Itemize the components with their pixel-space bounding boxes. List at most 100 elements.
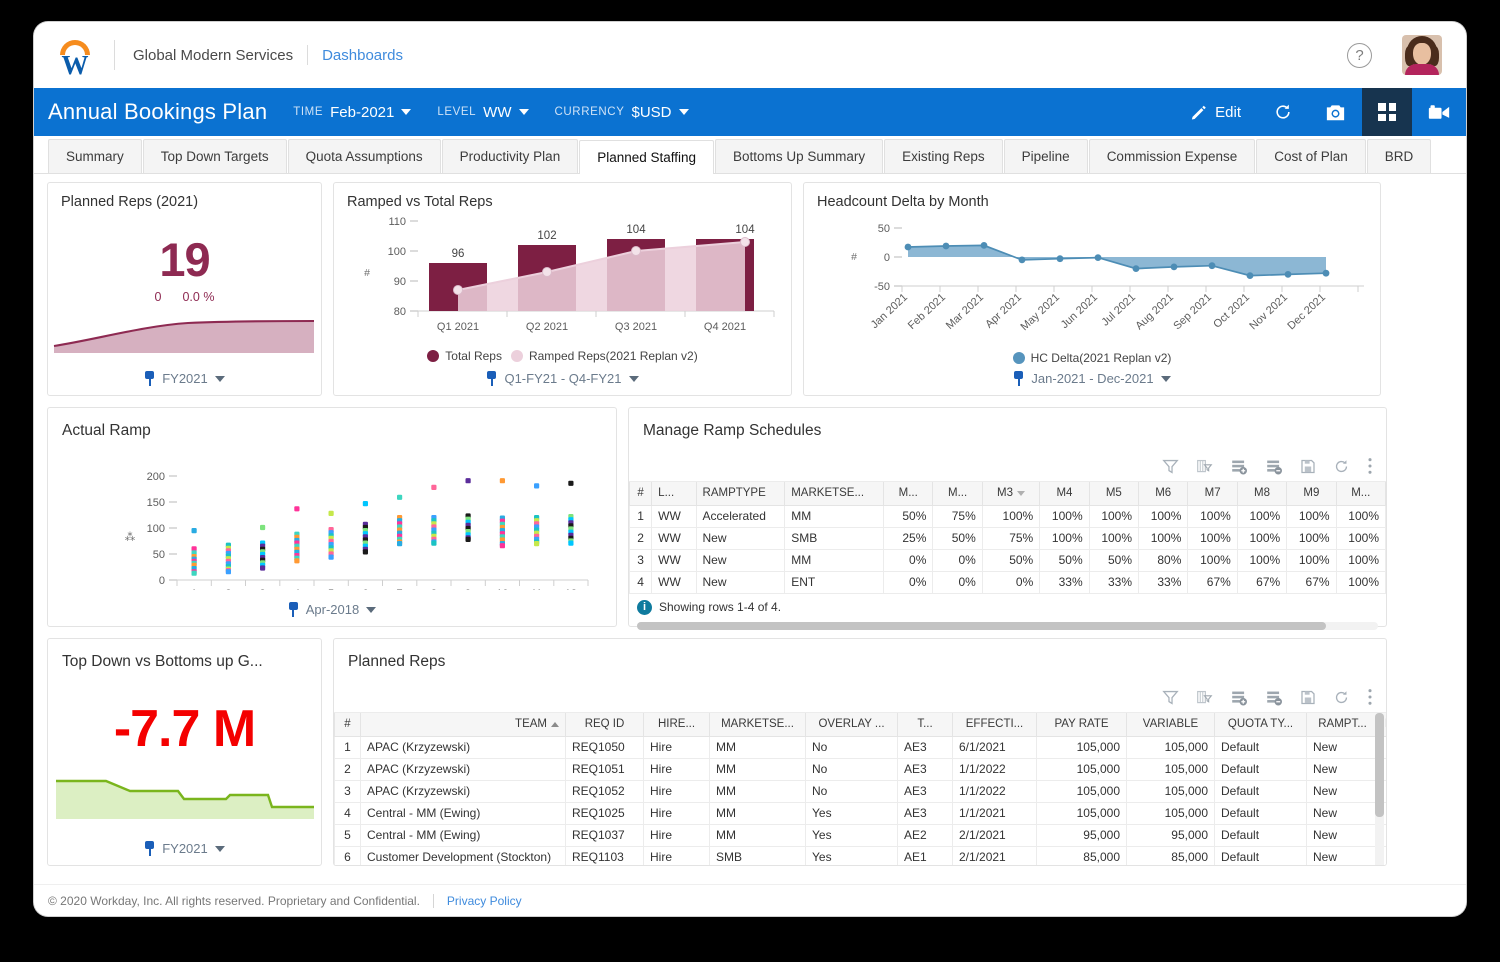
col-req-id[interactable]: REQ ID — [565, 713, 644, 737]
cell-quota-type[interactable]: Default — [1214, 757, 1307, 781]
cell-m2[interactable]: 50% — [932, 526, 983, 550]
tab-top-down-targets[interactable]: Top Down Targets — [142, 139, 287, 173]
cell-m8[interactable]: 100% — [1236, 504, 1288, 528]
cell-marketsegment[interactable]: ENT — [784, 570, 884, 594]
cell-title[interactable]: AE3 — [897, 779, 953, 803]
row-index[interactable]: 2 — [334, 757, 361, 781]
row-index[interactable]: 2 — [628, 526, 653, 550]
cell-variable[interactable]: 105,000 — [1126, 735, 1215, 759]
cell-market-segment[interactable]: SMB — [709, 845, 806, 865]
legend-item-total-reps[interactable]: Total Reps — [427, 349, 502, 363]
col-overlay[interactable]: OVERLAY ... — [805, 713, 898, 737]
cell-req-id[interactable]: REQ1050 — [565, 735, 644, 759]
col-marketsegment[interactable]: MARKETSE... — [784, 482, 884, 506]
cell-hire-type[interactable]: Hire — [643, 779, 710, 803]
cell-quota-type[interactable]: Default — [1214, 823, 1307, 847]
col-index[interactable]: # — [334, 713, 361, 737]
col-variable[interactable]: VARIABLE — [1126, 713, 1215, 737]
card-prompt-quarters[interactable]: Q1-FY21 - Q4-FY21 — [334, 371, 791, 386]
col-m9[interactable]: M9 — [1286, 482, 1337, 506]
cell-hire-type[interactable]: Hire — [643, 823, 710, 847]
cell-effective-date[interactable]: 1/1/2022 — [952, 757, 1037, 781]
cell-variable[interactable]: 105,000 — [1126, 801, 1215, 825]
row-index[interactable]: 4 — [334, 801, 361, 825]
cell-pay-rate[interactable]: 95,000 — [1036, 823, 1127, 847]
cell-m6[interactable]: 80% — [1138, 548, 1189, 572]
cell-m10[interactable]: 100% — [1335, 526, 1387, 550]
cell-m6[interactable]: 33% — [1138, 570, 1189, 594]
col-level[interactable]: L... — [651, 482, 697, 506]
col-m5[interactable]: M5 — [1088, 482, 1140, 506]
col-index[interactable]: # — [628, 482, 653, 506]
cell-m7[interactable]: 100% — [1187, 548, 1238, 572]
table-row[interactable]: 1 APAC (Krzyzewski) REQ1050 Hire MM No AE3 6/1/… — [334, 735, 1386, 759]
cell-req-id[interactable]: REQ1103 — [565, 845, 644, 865]
cell-pay-rate[interactable]: 105,000 — [1036, 779, 1127, 803]
save-icon[interactable] — [1300, 689, 1316, 706]
col-hire-type[interactable]: HIRE... — [643, 713, 710, 737]
cell-req-id[interactable]: REQ1025 — [565, 801, 644, 825]
row-index[interactable]: 6 — [334, 845, 361, 865]
more-options-icon[interactable] — [1367, 457, 1373, 475]
cell-m1[interactable]: 0% — [882, 548, 934, 572]
table-row[interactable]: 4 WW New ENT 0% 0% 0% 33% 33% 33% 67% 67% 67% 100% — [628, 570, 1387, 594]
tab-pipeline[interactable]: Pipeline — [1003, 139, 1088, 173]
col-effective-date[interactable]: EFFECTI... — [952, 713, 1037, 737]
cell-team[interactable]: APAC (Krzyzewski) — [360, 735, 566, 759]
col-m4[interactable]: M4 — [1039, 482, 1090, 506]
prompt-level[interactable]: LEVEL WW — [437, 104, 529, 121]
filter-icon[interactable] — [1162, 458, 1179, 475]
more-options-icon[interactable] — [1367, 688, 1373, 706]
cell-variable[interactable]: 85,000 — [1126, 845, 1215, 865]
manage-ramp-table[interactable]: # L... RAMPTYPE MARKETSE... M... M... M3… — [628, 482, 1387, 594]
delete-row-icon[interactable] — [1265, 458, 1283, 475]
cell-market-segment[interactable]: MM — [709, 735, 806, 759]
cell-ramptype[interactable]: Accelerated — [695, 504, 786, 528]
table-row[interactable]: 2 APAC (Krzyzewski) REQ1051 Hire MM No AE3 1/1/… — [334, 757, 1386, 781]
tab-bottoms-up-summary[interactable]: Bottoms Up Summary — [715, 139, 884, 173]
cell-m2[interactable]: 0% — [932, 548, 983, 572]
cell-variable[interactable]: 105,000 — [1126, 757, 1215, 781]
col-pay-rate[interactable]: PAY RATE — [1036, 713, 1127, 737]
cell-m3[interactable]: 100% — [981, 504, 1041, 528]
tab-summary[interactable]: Summary — [48, 139, 142, 173]
delete-row-icon[interactable] — [1265, 689, 1283, 706]
tab-commission-expense[interactable]: Commission Expense — [1088, 139, 1256, 173]
table-row[interactable]: 3 WW New MM 0% 0% 50% 50% 50% 80% 100% 100% 100% 100% — [628, 548, 1387, 572]
table-row[interactable]: 6 Customer Development (Stockton) REQ1103 H… — [334, 845, 1386, 865]
col-ramptype[interactable]: RAMPT... — [1306, 713, 1379, 737]
cell-m10[interactable]: 100% — [1335, 548, 1387, 572]
table-row[interactable]: 1 WW Accelerated MM 50% 75% 100% 100% 100% 100% 10… — [628, 504, 1387, 528]
legend-item-ramped-reps[interactable]: Ramped Reps(2021 Replan v2) — [510, 349, 698, 363]
cell-m7[interactable]: 67% — [1187, 570, 1238, 594]
cell-ramptype[interactable]: New — [695, 548, 786, 572]
cell-m2[interactable]: 75% — [932, 504, 983, 528]
cell-marketsegment[interactable]: MM — [784, 504, 884, 528]
cell-m4[interactable]: 100% — [1039, 526, 1090, 550]
cell-m8[interactable]: 100% — [1236, 526, 1288, 550]
row-index[interactable]: 1 — [334, 735, 361, 759]
refresh-icon[interactable] — [1333, 458, 1350, 475]
privacy-policy-link[interactable]: Privacy Policy — [447, 894, 522, 908]
cell-title[interactable]: AE3 — [897, 801, 953, 825]
row-index[interactable]: 3 — [628, 548, 653, 572]
cell-hire-type[interactable]: Hire — [643, 757, 710, 781]
cell-m3[interactable]: 0% — [981, 570, 1041, 594]
cell-pay-rate[interactable]: 105,000 — [1036, 735, 1127, 759]
cell-marketsegment[interactable]: MM — [784, 548, 884, 572]
cell-pay-rate[interactable]: 105,000 — [1036, 757, 1127, 781]
cell-m2[interactable]: 0% — [932, 570, 983, 594]
cell-overlay[interactable]: No — [805, 735, 898, 759]
cell-ramptype[interactable]: New — [1306, 735, 1379, 759]
table-row[interactable]: 2 WW New SMB 25% 50% 75% 100% 100% 100% 100% 100% 10… — [628, 526, 1387, 550]
help-icon[interactable]: ? — [1347, 42, 1372, 68]
cell-overlay[interactable]: Yes — [805, 845, 898, 865]
cell-m5[interactable]: 33% — [1088, 570, 1140, 594]
column-filter-icon[interactable] — [1196, 458, 1213, 475]
row-index[interactable]: 5 — [334, 823, 361, 847]
col-quota-type[interactable]: QUOTA TY... — [1214, 713, 1307, 737]
edit-button[interactable]: Edit — [1174, 88, 1257, 136]
cell-ramptype[interactable]: New — [695, 570, 786, 594]
cell-m8[interactable]: 67% — [1236, 570, 1288, 594]
cell-m9[interactable]: 100% — [1286, 548, 1337, 572]
